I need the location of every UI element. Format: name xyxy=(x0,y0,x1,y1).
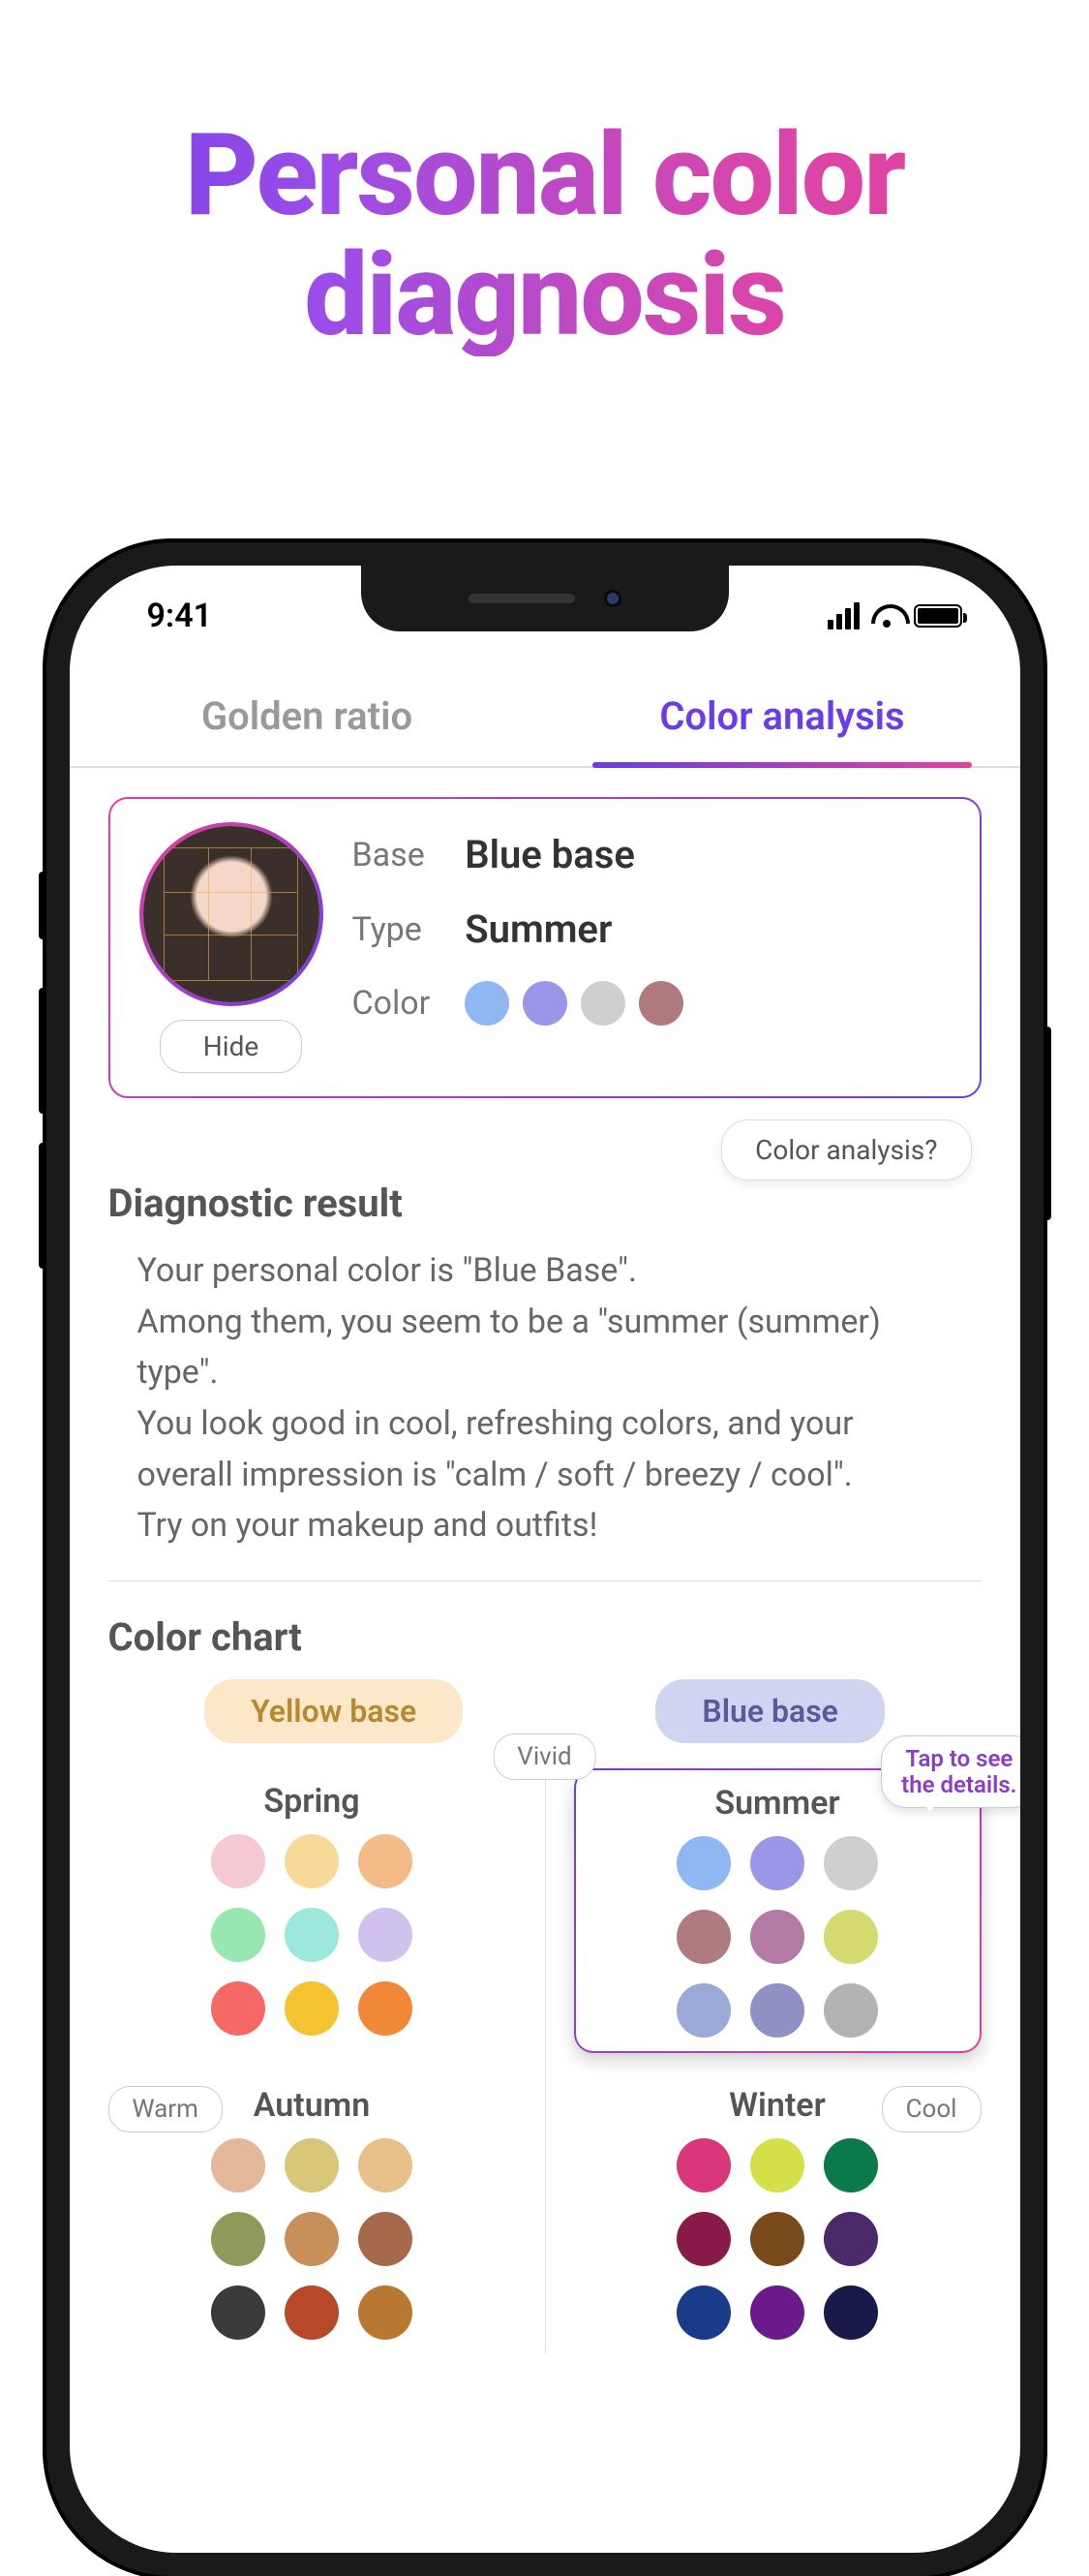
color-label: Color xyxy=(352,984,431,1023)
swatch xyxy=(358,1981,412,2036)
swatch xyxy=(677,2138,731,2193)
swatch xyxy=(358,1908,412,1962)
swatch xyxy=(211,2138,265,2193)
swatch xyxy=(358,2138,412,2193)
axis-warm: Warm xyxy=(108,2086,223,2132)
spring-title: Spring xyxy=(118,1782,506,1821)
status-time: 9:41 xyxy=(128,597,213,635)
promo-title: Personal colordiagnosis xyxy=(0,0,1089,356)
swatch xyxy=(358,2212,412,2266)
swatch xyxy=(750,1983,804,2038)
axis-cool: Cool xyxy=(882,2086,982,2132)
phone-frame: 9:41 Golden ratio Color analysis Hide xyxy=(46,542,1044,2576)
swatch xyxy=(677,1910,731,1964)
swatch xyxy=(211,1908,265,1962)
help-button[interactable]: Color analysis? xyxy=(721,1119,971,1181)
swatch xyxy=(285,2138,339,2193)
swatch xyxy=(824,2212,878,2266)
hide-button[interactable]: Hide xyxy=(160,1020,302,1073)
diagnostic-title: Diagnostic result xyxy=(108,1181,982,1226)
swatch xyxy=(211,2212,265,2266)
swatch xyxy=(358,1834,412,1888)
swatch xyxy=(639,981,683,1026)
swatch xyxy=(465,981,509,1026)
axis-vivid: Vivid xyxy=(493,1733,595,1780)
swatch xyxy=(581,981,625,1026)
mute-switch xyxy=(39,872,46,939)
cellular-icon xyxy=(828,602,860,629)
swatch xyxy=(750,2212,804,2266)
type-label: Type xyxy=(352,910,431,949)
swatch xyxy=(824,2138,878,2193)
color-chart: Yellow base Blue base Vivid Warm Cool Sp… xyxy=(108,1679,982,2353)
tab-golden-ratio[interactable]: Golden ratio xyxy=(70,666,545,766)
swatch xyxy=(677,1983,731,2038)
result-card: Hide Base Blue base Type Summer Color xyxy=(108,797,982,1098)
season-summer[interactable]: Tap to seethe details. Summer xyxy=(574,1768,982,2053)
volume-down-button xyxy=(39,1143,46,1269)
swatch xyxy=(285,1981,339,2036)
swatch xyxy=(677,1836,731,1890)
swatch xyxy=(285,1834,339,1888)
swatch xyxy=(285,1908,339,1962)
chart-title: Color chart xyxy=(108,1614,982,1660)
battery-icon xyxy=(914,604,962,628)
swatch xyxy=(285,2285,339,2340)
swatch xyxy=(824,1983,878,2038)
swatch xyxy=(750,1910,804,1964)
volume-up-button xyxy=(39,988,46,1114)
yellow-base-pill: Yellow base xyxy=(204,1679,463,1743)
base-value: Blue base xyxy=(465,832,950,877)
notch xyxy=(361,566,729,631)
tooltip: Tap to seethe details. xyxy=(881,1735,1019,1808)
tab-color-analysis[interactable]: Color analysis xyxy=(545,666,1020,766)
swatch xyxy=(824,2285,878,2340)
color-swatches xyxy=(465,981,950,1026)
swatch xyxy=(677,2285,731,2340)
diagnostic-body: Your personal color is "Blue Base".Among… xyxy=(108,1245,982,1581)
base-label: Base xyxy=(352,836,431,874)
swatch xyxy=(677,2212,731,2266)
swatch xyxy=(211,1981,265,2036)
swatch xyxy=(824,1910,878,1964)
swatch xyxy=(285,2212,339,2266)
tab-bar: Golden ratio Color analysis xyxy=(70,666,1020,768)
avatar[interactable] xyxy=(139,822,323,1006)
power-button xyxy=(1044,1027,1051,1220)
swatch xyxy=(750,1836,804,1890)
blue-base-pill: Blue base xyxy=(655,1679,885,1743)
swatch xyxy=(750,2138,804,2193)
season-spring[interactable]: Spring xyxy=(108,1768,516,2053)
swatch xyxy=(750,2285,804,2340)
type-value: Summer xyxy=(465,906,950,952)
swatch xyxy=(211,1834,265,1888)
swatch xyxy=(211,2285,265,2340)
swatch xyxy=(358,2285,412,2340)
swatch xyxy=(523,981,567,1026)
swatch xyxy=(824,1836,878,1890)
wifi-icon xyxy=(871,604,902,628)
